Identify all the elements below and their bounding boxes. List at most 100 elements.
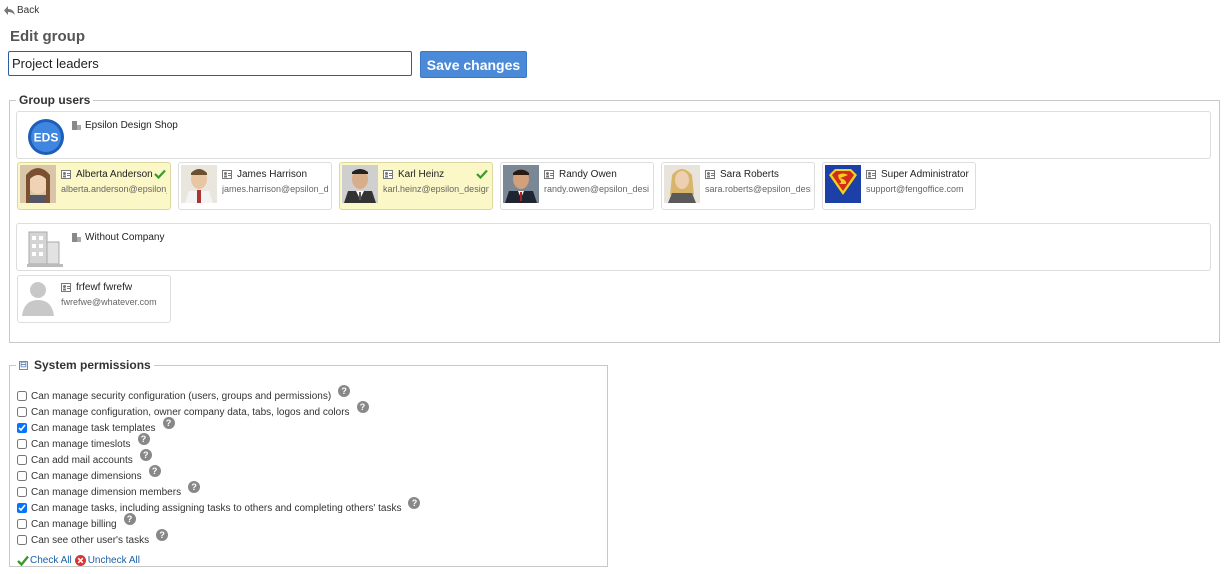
permission-label: Can add mail accounts bbox=[31, 454, 133, 466]
permission-checkbox[interactable] bbox=[17, 471, 27, 481]
permission-item[interactable]: Can manage dimension members? bbox=[16, 481, 420, 500]
check-icon bbox=[476, 169, 488, 179]
permission-label: Can manage billing bbox=[31, 518, 117, 530]
permission-label: Can manage configuration, owner company … bbox=[31, 406, 350, 418]
help-icon[interactable]: ? bbox=[123, 513, 136, 525]
user-photo bbox=[503, 165, 539, 203]
company-logo-eds: EDS bbox=[28, 119, 64, 155]
check-all-icon[interactable] bbox=[17, 555, 29, 566]
uncheck-all-icon[interactable] bbox=[74, 555, 86, 566]
back-arrow-icon bbox=[4, 6, 15, 15]
back-label: Back bbox=[17, 5, 40, 16]
group-name-input[interactable] bbox=[8, 51, 412, 76]
user-name: Alberta Anderson bbox=[76, 169, 153, 180]
user-card-sara-roberts[interactable]: Sara Roberts sara.roberts@epsilon_desi bbox=[661, 162, 815, 210]
vcard-icon bbox=[61, 170, 71, 179]
bulk-actions: Check All Uncheck All bbox=[17, 555, 140, 566]
permission-item[interactable]: Can manage billing? bbox=[16, 513, 420, 532]
permission-item[interactable]: Can manage task templates? bbox=[16, 417, 420, 436]
permission-label: Can manage tasks, including assigning ta… bbox=[31, 502, 402, 514]
user-email: james.harrison@epsilon_d bbox=[222, 184, 328, 194]
permission-checkbox[interactable] bbox=[17, 391, 27, 401]
group-users-legend: Group users bbox=[19, 93, 91, 107]
user-photo bbox=[181, 165, 217, 203]
save-changes-button[interactable]: Save changes bbox=[420, 51, 527, 78]
help-icon[interactable]: ? bbox=[148, 465, 161, 477]
user-email: sara.roberts@epsilon_desi bbox=[705, 184, 811, 194]
user-name: Sara Roberts bbox=[720, 169, 779, 180]
vcard-icon bbox=[61, 283, 71, 292]
help-icon[interactable]: ? bbox=[139, 449, 152, 461]
user-photo bbox=[664, 165, 700, 203]
permission-list: Can manage security configuration (users… bbox=[16, 385, 421, 548]
help-icon[interactable]: ? bbox=[162, 417, 175, 429]
permission-label: Can manage task templates bbox=[31, 422, 156, 434]
user-name: Karl Heinz bbox=[398, 169, 445, 180]
permission-item[interactable]: Can manage tasks, including assigning ta… bbox=[16, 497, 421, 516]
user-card-randy-owen[interactable]: Randy Owen randy.owen@epsilon_desi bbox=[500, 162, 654, 210]
user-card-alberta-anderson[interactable]: Alberta Anderson alberta.anderson@epsilo… bbox=[17, 162, 171, 210]
user-card-karl-heinz[interactable]: Karl Heinz karl.heinz@epsilon_design bbox=[339, 162, 493, 210]
permission-label: Can manage security configuration (users… bbox=[31, 390, 332, 402]
system-permissions-title: System permissions bbox=[34, 358, 151, 372]
user-email: randy.owen@epsilon_desi bbox=[544, 184, 650, 194]
help-icon[interactable]: ? bbox=[338, 385, 351, 397]
system-permissions-fieldset: ⊟ System permissions Can manage security … bbox=[9, 358, 608, 567]
permission-checkbox[interactable] bbox=[17, 487, 27, 497]
group-users-fieldset: Group users EDS Epsilon Design Shop Albe… bbox=[9, 93, 1220, 343]
permission-item[interactable]: Can manage configuration, owner company … bbox=[16, 401, 420, 420]
user-card-super-administrator[interactable]: Super Administrator support@fengoffice.c… bbox=[822, 162, 976, 210]
user-card-frfewf-fwrefw[interactable]: frfewf fwrefw fwrefwe@whatever.com bbox=[17, 275, 171, 323]
user-card-james-harrison[interactable]: James Harrison james.harrison@epsilon_d bbox=[178, 162, 332, 210]
company-epsilon-design-shop[interactable]: EDS Epsilon Design Shop bbox=[16, 111, 1211, 159]
vcard-icon bbox=[705, 170, 715, 179]
user-name: Randy Owen bbox=[559, 169, 617, 180]
help-icon[interactable]: ? bbox=[188, 481, 201, 493]
uncheck-all-link[interactable]: Uncheck All bbox=[88, 555, 140, 566]
user-email: fwrefwe@whatever.com bbox=[61, 297, 157, 307]
user-photo bbox=[825, 165, 861, 203]
building-icon bbox=[72, 233, 81, 242]
user-name: frfewf fwrefw bbox=[76, 282, 133, 293]
check-icon bbox=[154, 169, 166, 179]
collapse-toggle-icon[interactable]: ⊟ bbox=[19, 361, 28, 371]
permission-item[interactable]: Can manage dimensions? bbox=[16, 465, 420, 484]
permission-checkbox[interactable] bbox=[17, 423, 27, 433]
permission-checkbox[interactable] bbox=[17, 439, 27, 449]
permission-item[interactable]: Can add mail accounts? bbox=[16, 449, 420, 468]
permission-checkbox[interactable] bbox=[17, 455, 27, 465]
permission-checkbox[interactable] bbox=[17, 519, 27, 529]
user-photo bbox=[20, 165, 56, 203]
permission-item[interactable]: Can see other user's tasks? bbox=[16, 529, 420, 548]
company-logo-text: EDS bbox=[34, 131, 59, 145]
vcard-icon bbox=[544, 170, 554, 179]
company-name: Without Company bbox=[85, 232, 165, 243]
user-photo bbox=[342, 165, 378, 203]
permission-checkbox[interactable] bbox=[17, 407, 27, 417]
help-icon[interactable]: ? bbox=[356, 401, 369, 413]
user-name: James Harrison bbox=[237, 169, 308, 180]
vcard-icon bbox=[222, 170, 232, 179]
back-link[interactable]: Back bbox=[4, 5, 39, 16]
building-placeholder-icon bbox=[27, 231, 63, 267]
vcard-icon bbox=[866, 170, 876, 179]
permission-label: Can manage dimension members bbox=[31, 486, 182, 498]
building-icon bbox=[72, 121, 81, 130]
page-title: Edit group bbox=[10, 28, 85, 45]
user-email: support@fengoffice.com bbox=[866, 184, 964, 194]
vcard-icon bbox=[383, 170, 393, 179]
user-name: Super Administrator bbox=[881, 169, 969, 180]
permission-checkbox[interactable] bbox=[17, 535, 27, 545]
help-icon[interactable]: ? bbox=[137, 433, 150, 445]
permission-label: Can manage timeslots bbox=[31, 438, 131, 450]
check-all-link[interactable]: Check All bbox=[30, 555, 72, 566]
permission-item[interactable]: Can manage timeslots? bbox=[16, 433, 420, 452]
permission-label: Can see other user's tasks bbox=[31, 534, 150, 546]
user-email: karl.heinz@epsilon_design bbox=[383, 184, 489, 194]
permission-checkbox[interactable] bbox=[17, 503, 27, 513]
help-icon[interactable]: ? bbox=[408, 497, 421, 509]
system-permissions-legend[interactable]: ⊟ System permissions bbox=[16, 358, 154, 372]
company-without-company[interactable]: Without Company bbox=[16, 223, 1211, 271]
permission-label: Can manage dimensions bbox=[31, 470, 142, 482]
help-icon[interactable]: ? bbox=[156, 529, 169, 541]
